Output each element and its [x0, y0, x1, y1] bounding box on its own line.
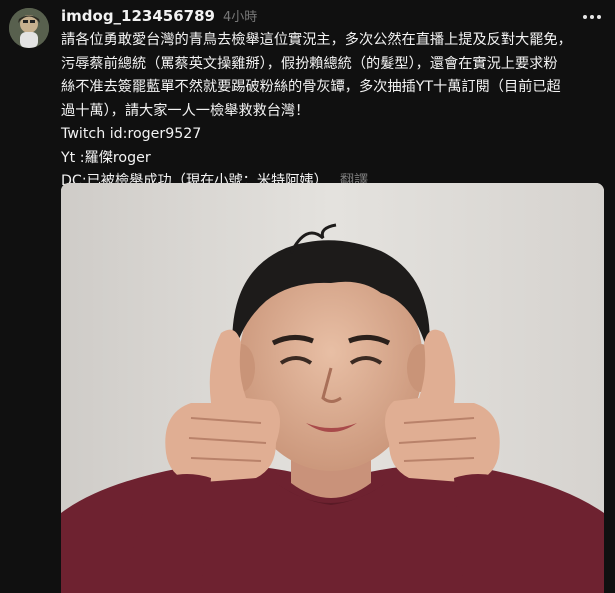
post-timestamp[interactable]: 4小時	[223, 6, 257, 25]
post-body-line: Twitch id:roger9527	[61, 126, 202, 142]
post-body-line: 污辱蔡前總統（罵蔡英文操雞掰），假扮賴總統（的髮型），還會在實況上要求粉	[61, 55, 558, 72]
avatar[interactable]	[9, 8, 49, 48]
post-body: 請各位勇敢愛台灣的青鳥去檢舉這位實況主，多次公然在直播上提及反對大罷免， 污辱蔡…	[61, 29, 609, 194]
post-body-line: 請各位勇敢愛台灣的青鳥去檢舉這位實況主，多次公然在直播上提及反對大罷免，	[61, 32, 572, 48]
username-link[interactable]: imdog_123456789	[61, 7, 215, 25]
post-header: imdog_123456789 4小時	[61, 6, 257, 26]
post-body-line: 絲不准去簽罷藍單不然就要踢破粉絲的骨灰罈，多次抽插YT十萬訂閱（目前已超	[61, 79, 561, 95]
post-body-line: Yt :羅傑roger	[61, 149, 151, 166]
post: imdog_123456789 4小時 請各位勇敢愛台灣的青鳥去檢舉這位實況主，…	[0, 0, 615, 593]
more-options-icon[interactable]	[579, 6, 605, 28]
post-photo[interactable]	[61, 183, 604, 593]
post-photo-image	[61, 183, 604, 593]
avatar-image	[9, 8, 49, 48]
post-body-line: 過十萬），請大家一人一檢舉救救台灣！	[61, 102, 310, 119]
